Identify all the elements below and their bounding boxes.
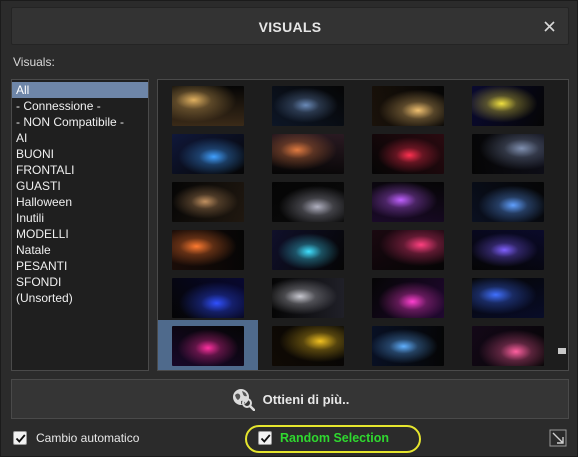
visual-thumbnail-lightning-storm[interactable] xyxy=(258,80,358,130)
random-selection-label[interactable]: Random Selection xyxy=(280,431,389,445)
thumbnail-image xyxy=(472,86,544,126)
visual-thumbnail-red-stage-crowd[interactable] xyxy=(358,128,458,178)
grid-scrollbar[interactable] xyxy=(557,82,566,368)
thumbnail-image xyxy=(272,230,344,270)
thumbnail-image xyxy=(172,278,244,318)
random-selection-checkbox[interactable] xyxy=(258,431,272,445)
thumbnail-image xyxy=(172,326,244,366)
visual-thumbnail-vu-meter-amp[interactable] xyxy=(158,80,258,130)
visual-thumbnail-dj-robot[interactable] xyxy=(458,128,558,178)
visual-thumbnail-disco-ball-orange[interactable] xyxy=(158,224,258,274)
visual-thumbnail-astronaut-moon[interactable] xyxy=(258,272,358,322)
visual-thumbnail-sparks-fireworks[interactable] xyxy=(358,80,458,130)
auto-change-checkbox[interactable] xyxy=(13,431,27,445)
thumbnail-image xyxy=(472,278,544,318)
resize-grip-icon[interactable] xyxy=(549,429,567,447)
category-item[interactable]: Halloween xyxy=(12,194,148,210)
visuals-label: Visuals: xyxy=(13,55,55,69)
thumbnail-image xyxy=(372,182,444,222)
thumbnail-image xyxy=(272,134,344,174)
visual-thumbnail-party-crowd-red[interactable] xyxy=(358,224,458,274)
thumbnail-image xyxy=(372,326,444,366)
category-item[interactable]: SFONDI xyxy=(12,274,148,290)
title-bar: VISUALS xyxy=(11,7,569,45)
close-button[interactable] xyxy=(540,17,558,35)
category-item[interactable]: (Unsorted) xyxy=(12,290,148,306)
scrollbar-thumb[interactable] xyxy=(558,348,566,354)
thumbnail-image xyxy=(172,182,244,222)
category-item[interactable]: Inutili xyxy=(12,210,148,226)
category-item[interactable]: FRONTALI xyxy=(12,162,148,178)
thumbnail-image xyxy=(372,86,444,126)
thumbnail-image xyxy=(472,230,544,270)
thumbnail-image xyxy=(472,134,544,174)
visual-thumbnail-warning-sign[interactable] xyxy=(258,320,358,370)
category-item[interactable]: - Connessione - xyxy=(12,98,148,114)
visual-thumbnail-blue-tunnel[interactable] xyxy=(158,272,258,322)
thumbnail-image xyxy=(272,326,344,366)
globe-search-icon xyxy=(232,389,255,411)
get-more-label: Ottieni di più.. xyxy=(262,391,350,407)
category-item[interactable]: All xyxy=(12,82,148,98)
dialog-title: VISUALS xyxy=(258,19,322,35)
category-item[interactable]: PESANTI xyxy=(12,258,148,274)
visual-thumbnail-rock-concert-blue[interactable] xyxy=(358,320,458,370)
visual-thumbnail-neon-corridor[interactable] xyxy=(358,176,458,226)
visuals-dialog: VISUALS Visuals: All - Connessione -- NON… xyxy=(0,0,578,457)
category-list[interactable]: All - Connessione -- NON Compatibile - AI B… xyxy=(11,79,149,371)
thumbnail-image xyxy=(272,278,344,318)
category-item[interactable]: - NON Compatibile - xyxy=(12,114,148,130)
category-item[interactable]: Natale xyxy=(12,242,148,258)
get-more-button[interactable]: Ottieni di più.. xyxy=(11,379,569,419)
visual-thumbnail-stage-performer[interactable] xyxy=(458,272,558,322)
close-icon xyxy=(543,20,555,32)
thumbnail-image xyxy=(372,230,444,270)
visual-thumbnail-laser-rainbow[interactable] xyxy=(458,320,558,370)
checkmark-icon xyxy=(15,434,26,443)
thumbnail-image xyxy=(372,134,444,174)
visuals-grid[interactable] xyxy=(157,79,569,371)
category-item[interactable]: MODELLI xyxy=(12,226,148,242)
auto-change-label[interactable]: Cambio automatico xyxy=(36,431,139,445)
visual-thumbnail-dance-floor-lights[interactable] xyxy=(258,224,358,274)
visual-thumbnail-cassette-deck[interactable] xyxy=(158,176,258,226)
thumbnail-image xyxy=(172,86,244,126)
thumbnail-image xyxy=(272,86,344,126)
thumbnail-image xyxy=(372,278,444,318)
visual-thumbnail-pacman-arcade[interactable] xyxy=(458,80,558,130)
thumbnail-image xyxy=(172,134,244,174)
thumbnail-image xyxy=(472,326,544,366)
category-item[interactable]: AI xyxy=(12,130,148,146)
visual-thumbnail-dancer-spotlight[interactable] xyxy=(258,176,358,226)
visual-thumbnail-neon-dancer[interactable] xyxy=(158,128,258,178)
visual-thumbnail-neon-waves[interactable] xyxy=(158,320,258,370)
visual-thumbnail-disco-club-blue[interactable] xyxy=(458,176,558,226)
checkmark-icon xyxy=(260,434,271,443)
visual-thumbnail-electric-arcs[interactable] xyxy=(458,224,558,274)
thumbnail-image xyxy=(172,230,244,270)
thumbnail-image xyxy=(272,182,344,222)
visual-thumbnail-sports-car-sunset[interactable] xyxy=(258,128,358,178)
visual-thumbnail-neon-equalizer[interactable] xyxy=(358,272,458,322)
thumbnail-image xyxy=(472,182,544,222)
category-item[interactable]: BUONI xyxy=(12,146,148,162)
category-item[interactable]: GUASTI xyxy=(12,178,148,194)
